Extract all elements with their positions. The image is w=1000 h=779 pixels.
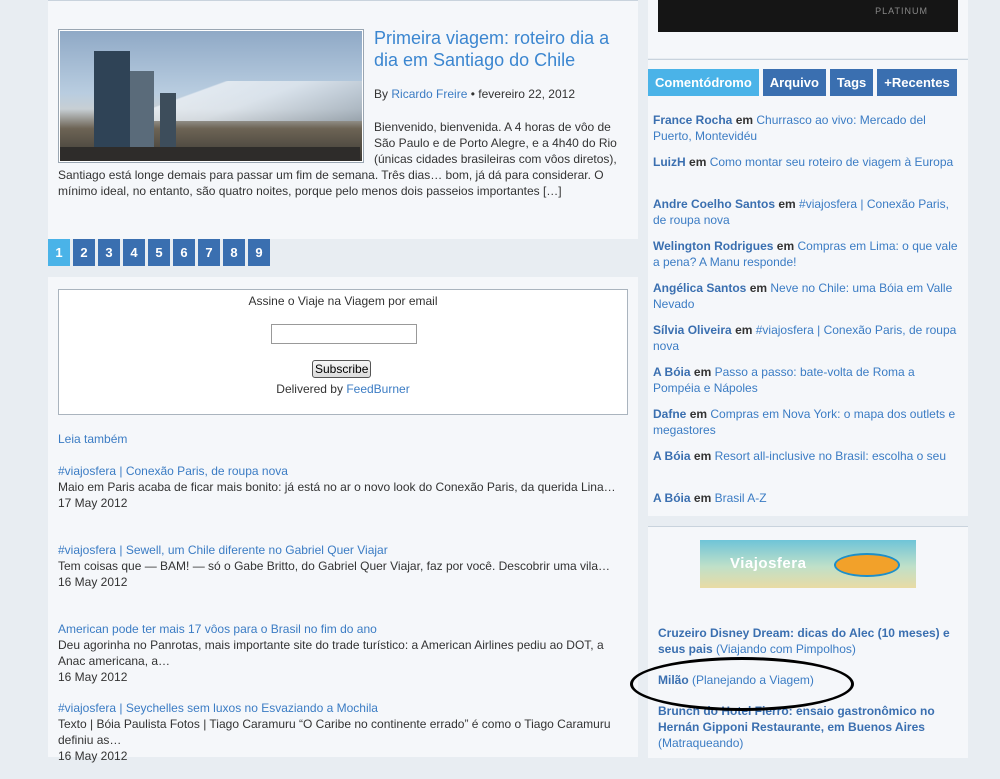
main-column: Primeira viagem: roteiro dia a dia em Sa… bbox=[48, 0, 638, 763]
post-title[interactable]: Primeira viagem: roteiro dia a dia em Sa… bbox=[374, 27, 630, 71]
article-date: 17 May 2012 bbox=[58, 496, 128, 510]
page-link[interactable]: 6 bbox=[173, 239, 195, 266]
list-item: #viajosfera | Sewell, um Chile diferente… bbox=[58, 542, 630, 621]
article-title-link[interactable]: #viajosfera | Sewell, um Chile diferente… bbox=[58, 542, 630, 558]
list-item: A Bóia em Resort all-inclusive no Brasil… bbox=[653, 448, 963, 490]
comment-post-link[interactable]: Brasil A-Z bbox=[715, 491, 767, 505]
post-excerpt: Bienvenido, bienvenida. A 4 horas de vôo… bbox=[58, 119, 630, 199]
comments-widget: Comentódromo Arquivo Tags +Recentes Fran… bbox=[648, 59, 968, 516]
list-item: Andre Coelho Santos em #viajosfera | Con… bbox=[653, 196, 963, 238]
article-title-link[interactable]: #viajosfera | Conexão Paris, de roupa no… bbox=[58, 463, 630, 479]
post-by: By bbox=[374, 87, 389, 101]
page-link[interactable]: 9 bbox=[248, 239, 270, 266]
list-item: Angélica Santos em Neve no Chile: uma Bó… bbox=[653, 280, 963, 322]
comment-em: em bbox=[749, 281, 768, 295]
comment-author[interactable]: Sílvia Oliveira bbox=[653, 323, 732, 337]
ad-banner[interactable]: PLATINUM bbox=[658, 0, 958, 32]
comment-em: em bbox=[693, 491, 712, 505]
comment-em: em bbox=[778, 197, 796, 211]
article-date: 16 May 2012 bbox=[58, 575, 128, 589]
blog-source[interactable]: (Matraqueando) bbox=[658, 736, 743, 750]
list-item: A Bóia em Passo a passo: bate-volta de R… bbox=[653, 364, 963, 406]
tab-comentodromo[interactable]: Comentódromo bbox=[648, 69, 759, 96]
comment-author[interactable]: A Bóia bbox=[653, 491, 691, 505]
article-excerpt: Tem coisas que — BAM! — só o Gabe Britto… bbox=[58, 559, 611, 573]
highlight-annotation-oval bbox=[630, 657, 854, 711]
page-link[interactable]: 7 bbox=[198, 239, 220, 266]
comment-author[interactable]: LuizH bbox=[653, 155, 686, 169]
subscribe-box: Assine o Viaje na Viagem por email Subsc… bbox=[58, 289, 628, 415]
post-meta: By Ricardo Freire • fevereiro 22, 2012 bbox=[374, 87, 575, 101]
content-panel: Assine o Viaje na Viagem por email Subsc… bbox=[48, 277, 638, 763]
comment-em: em bbox=[693, 449, 712, 463]
related-list: #viajosfera | Conexão Paris, de roupa no… bbox=[58, 463, 630, 779]
list-item: Brunch do Hotel Fierro: ensaio gastronôm… bbox=[658, 703, 958, 751]
comment-post-link[interactable]: Resort all-inclusive no Brasil: escolha … bbox=[715, 449, 946, 463]
tab-tags[interactable]: Tags bbox=[829, 69, 874, 96]
sidebar-tabs: Comentódromo Arquivo Tags +Recentes bbox=[648, 69, 961, 96]
ad-text: PLATINUM bbox=[875, 6, 928, 16]
comment-post-link[interactable]: Passo a passo: bate-volta de Roma a Pomp… bbox=[653, 365, 915, 395]
list-item: France Rocha em Churrasco ao vivo: Merca… bbox=[653, 112, 963, 154]
feedburner-link[interactable]: FeedBurner bbox=[346, 382, 409, 396]
page-link[interactable]: 3 bbox=[98, 239, 120, 266]
viajosfera-widget: Viajosfera Cruzeiro Disney Dream: dicas … bbox=[630, 526, 968, 758]
float-ring-icon bbox=[834, 553, 900, 577]
subscribe-title: Assine o Viaje na Viagem por email bbox=[248, 294, 438, 308]
comment-author[interactable]: France Rocha bbox=[653, 113, 732, 127]
featured-post: Primeira viagem: roteiro dia a dia em Sa… bbox=[48, 0, 638, 239]
comment-em: em bbox=[689, 407, 708, 421]
list-item: Dafne em Compras em Nova York: o mapa do… bbox=[653, 406, 963, 448]
tab-arquivo[interactable]: Arquivo bbox=[762, 69, 826, 96]
pagination: 1 2 3 4 5 6 7 8 9 bbox=[48, 239, 273, 267]
article-title-link[interactable]: American pode ter mais 17 vôos para o Br… bbox=[58, 621, 630, 637]
list-item: #viajosfera | Seychelles sem luxos no Es… bbox=[58, 700, 630, 779]
viajosfera-banner[interactable]: Viajosfera bbox=[700, 540, 916, 588]
page-link[interactable]: 1 bbox=[48, 239, 70, 266]
email-input[interactable] bbox=[271, 324, 417, 344]
list-item: Cruzeiro Disney Dream: dicas do Alec (10… bbox=[658, 625, 958, 657]
comment-em: em bbox=[735, 323, 753, 337]
comment-author[interactable]: A Bóia bbox=[653, 449, 691, 463]
comment-author[interactable]: Welington Rodrigues bbox=[653, 239, 773, 253]
comment-em: em bbox=[689, 155, 707, 169]
post-date: • fevereiro 22, 2012 bbox=[470, 87, 576, 101]
list-item: #viajosfera | Conexão Paris, de roupa no… bbox=[58, 463, 630, 542]
article-excerpt: Deu agorinha no Panrotas, mais important… bbox=[58, 638, 604, 668]
comment-post-link[interactable]: Como montar seu roteiro de viagem à Euro… bbox=[710, 155, 953, 169]
page-link[interactable]: 2 bbox=[73, 239, 95, 266]
viajosfera-banner-text: Viajosfera bbox=[730, 555, 807, 572]
article-date: 16 May 2012 bbox=[58, 670, 128, 684]
article-excerpt: Texto | Bóia Paulista Fotos | Tiago Cara… bbox=[58, 717, 611, 747]
post-author-link[interactable]: Ricardo Freire bbox=[391, 87, 467, 101]
comment-author[interactable]: A Bóia bbox=[653, 365, 691, 379]
comment-em: em bbox=[735, 113, 754, 127]
comment-author[interactable]: Angélica Santos bbox=[653, 281, 746, 295]
tab-recentes[interactable]: +Recentes bbox=[877, 69, 957, 96]
article-excerpt: Maio em Paris acaba de ficar mais bonito… bbox=[58, 480, 616, 494]
related-heading: Leia também bbox=[58, 432, 128, 446]
sidebar: PLATINUM Comentódromo Arquivo Tags +Rece… bbox=[630, 0, 968, 758]
list-item: Welington Rodrigues em Compras em Lima: … bbox=[653, 238, 963, 280]
comment-author[interactable]: Dafne bbox=[653, 407, 686, 421]
list-item: American pode ter mais 17 vôos para o Br… bbox=[58, 621, 630, 700]
page-link[interactable]: 5 bbox=[148, 239, 170, 266]
comment-list: France Rocha em Churrasco ao vivo: Merca… bbox=[653, 112, 963, 532]
delivered-by: Delivered by FeedBurner bbox=[59, 382, 627, 396]
page-link[interactable]: 8 bbox=[223, 239, 245, 266]
delivered-by-text: Delivered by bbox=[276, 382, 343, 396]
comment-em: em bbox=[693, 365, 712, 379]
article-title-link[interactable]: #viajosfera | Seychelles sem luxos no Es… bbox=[58, 700, 630, 716]
excerpt-spacer bbox=[58, 119, 374, 159]
list-item: Sílvia Oliveira em #viajosfera | Conexão… bbox=[653, 322, 963, 364]
subscribe-button[interactable]: Subscribe bbox=[312, 360, 372, 378]
blog-source[interactable]: (Viajando com Pimpolhos) bbox=[716, 642, 856, 656]
comment-em: em bbox=[776, 239, 795, 253]
page-link[interactable]: 4 bbox=[123, 239, 145, 266]
list-item: LuizH em Como montar seu roteiro de viag… bbox=[653, 154, 963, 196]
article-date: 16 May 2012 bbox=[58, 749, 128, 763]
comment-author[interactable]: Andre Coelho Santos bbox=[653, 197, 775, 211]
ad-panel: PLATINUM bbox=[648, 0, 968, 58]
